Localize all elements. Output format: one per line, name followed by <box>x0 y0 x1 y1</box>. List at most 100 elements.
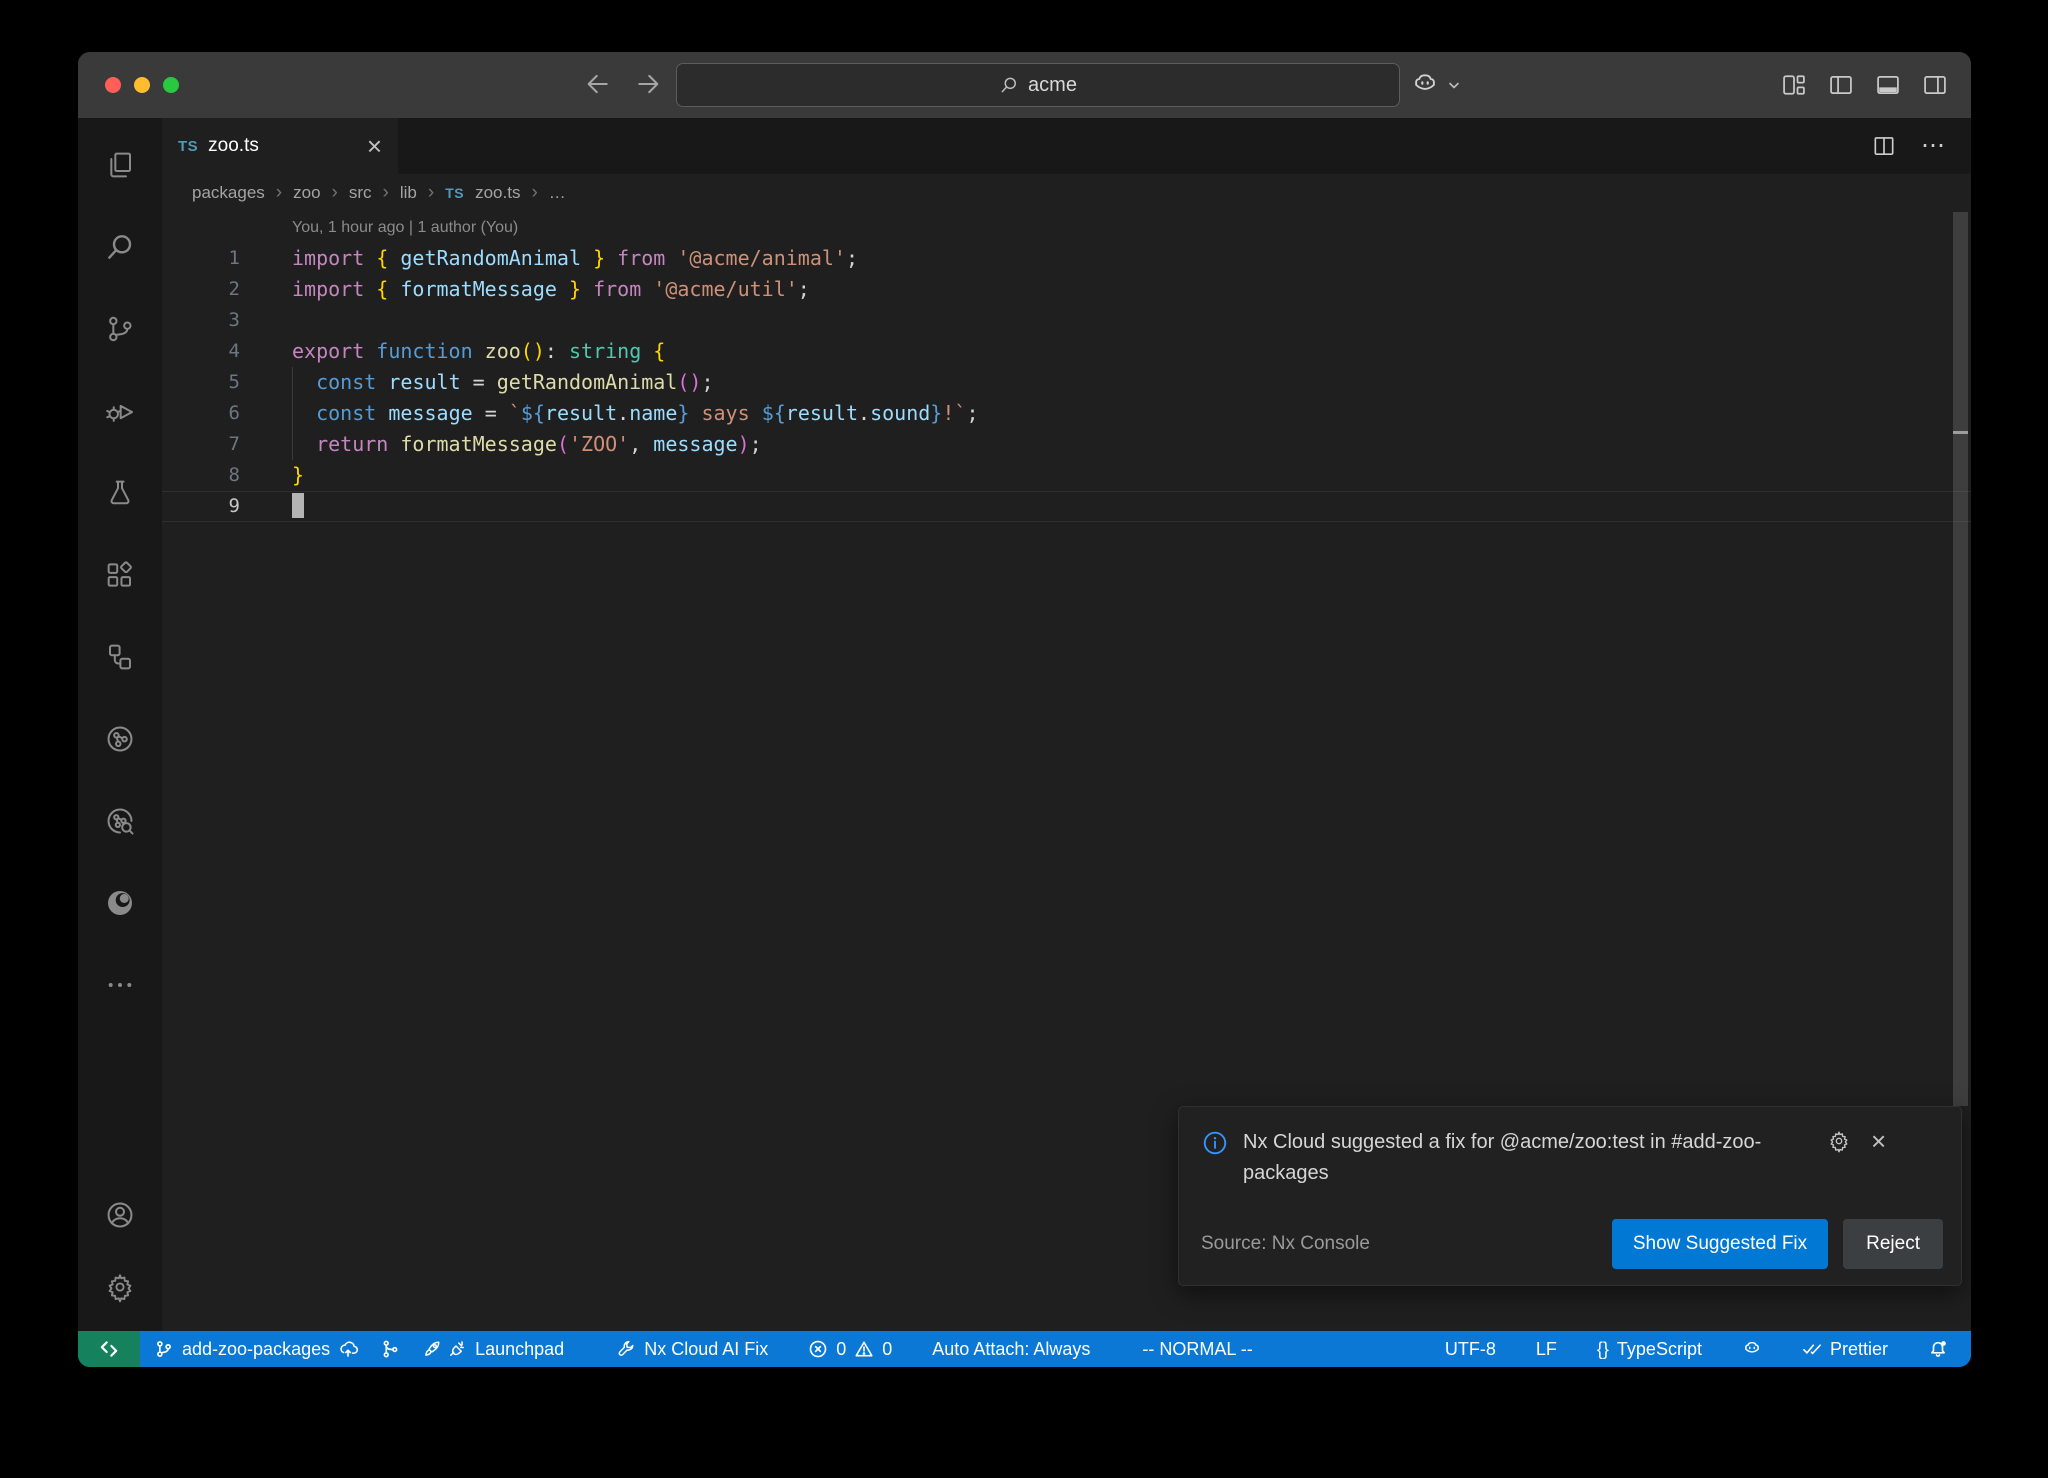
code-line-3[interactable]: 3 <box>162 305 1971 336</box>
breadcrumb-item[interactable]: src <box>349 183 372 203</box>
chevron-right-icon: › <box>276 182 282 204</box>
tab-close-icon[interactable]: × <box>367 133 382 159</box>
typescript-file-icon: TS <box>178 138 198 155</box>
activity-item-project-graph[interactable] <box>94 713 146 765</box>
status-language-mode[interactable]: {}TypeScript <box>1586 1331 1713 1367</box>
settings-icon <box>104 1271 136 1303</box>
status-label: Auto Attach: Always <box>932 1339 1090 1360</box>
activity-item-edge-browser[interactable] <box>94 877 146 929</box>
status-notifications-bell[interactable] <box>1917 1331 1959 1367</box>
status-copilot-status[interactable] <box>1731 1331 1773 1367</box>
code-line-1[interactable]: 1import { getRandomAnimal } from '@acme/… <box>162 243 1971 274</box>
status-prettier[interactable]: Prettier <box>1791 1331 1899 1367</box>
code-line-4[interactable]: 4export function zoo(): string { <box>162 336 1971 367</box>
back-arrow-icon[interactable] <box>583 69 613 99</box>
reject-button[interactable]: Reject <box>1843 1219 1943 1269</box>
toggle-primary-sidebar-icon[interactable] <box>1827 71 1855 99</box>
activity-item-extensions[interactable] <box>94 549 146 601</box>
status-vim-mode[interactable]: -- NORMAL -- <box>1131 1331 1263 1367</box>
run-and-debug-icon <box>104 395 136 427</box>
status-git-branch[interactable]: add-zoo-packages <box>143 1331 369 1367</box>
breadcrumb-item[interactable]: zoo.ts <box>475 183 520 203</box>
status-label: LF <box>1536 1339 1557 1360</box>
scrollbar-slider[interactable] <box>1953 212 1968 1106</box>
git-codelens[interactable]: You, 1 hour ago | 1 author (You) <box>292 212 1971 243</box>
status-nx-cloud-ai-fix[interactable]: Nx Cloud AI Fix <box>605 1331 779 1367</box>
activity-item-project-details[interactable] <box>94 795 146 847</box>
breadcrumb-item[interactable]: … <box>549 183 566 203</box>
code-lines: 1import { getRandomAnimal } from '@acme/… <box>162 243 1971 522</box>
code-line-6[interactable]: 6 const message = `${result.name} says $… <box>162 398 1971 429</box>
toggle-panel-icon[interactable] <box>1874 71 1902 99</box>
plug-icon <box>447 1339 467 1359</box>
activity-item-explorer[interactable] <box>94 139 146 191</box>
chevron-right-icon: › <box>332 182 338 204</box>
info-icon <box>1201 1129 1229 1157</box>
activity-item-accounts[interactable] <box>94 1189 146 1241</box>
activity-item-more-views[interactable] <box>94 959 146 1011</box>
copilot-icon <box>1410 70 1440 100</box>
vscode-window: acme TS zoo.ts × <box>78 52 1971 1367</box>
activity-item-run-and-debug[interactable] <box>94 385 146 437</box>
activity-item-settings[interactable] <box>94 1261 146 1313</box>
show-suggested-fix-button[interactable]: Show Suggested Fix <box>1612 1219 1828 1269</box>
source-control-icon <box>104 313 136 345</box>
forward-arrow-icon[interactable] <box>633 69 663 99</box>
status-auto-attach[interactable]: Auto Attach: Always <box>921 1331 1101 1367</box>
error-icon <box>808 1339 828 1359</box>
code-line-2[interactable]: 2import { formatMessage } from '@acme/ut… <box>162 274 1971 305</box>
status-launchpad[interactable]: Launchpad <box>411 1331 575 1367</box>
status-bar-left: add-zoo-packages Launchpad Nx Cloud AI Fix… <box>143 1331 1264 1367</box>
status-label: Prettier <box>1830 1339 1888 1360</box>
chevron-down-icon <box>1446 77 1462 93</box>
status-bar: add-zoo-packages Launchpad Nx Cloud AI Fix… <box>78 1331 1971 1367</box>
command-center-search[interactable]: acme <box>676 63 1400 107</box>
chevron-right-icon: › <box>428 182 434 204</box>
code-line-9[interactable]: 9 <box>162 491 1971 522</box>
status-label: UTF-8 <box>1445 1339 1496 1360</box>
status-label: -- NORMAL -- <box>1142 1339 1252 1360</box>
notification-close-icon[interactable]: × <box>1871 1129 1886 1153</box>
toggle-secondary-sidebar-icon[interactable] <box>1921 71 1949 99</box>
breadcrumb-item[interactable]: packages <box>192 183 265 203</box>
more-actions-icon[interactable]: ⋯ <box>1921 134 1947 158</box>
line-number: 9 <box>162 491 240 522</box>
split-editor-icon[interactable] <box>1871 133 1897 159</box>
tab-zoo-ts[interactable]: TS zoo.ts × <box>162 118 398 174</box>
notification-message: Nx Cloud suggested a fix for @acme/zoo:t… <box>1243 1127 1813 1189</box>
notification-settings-gear-icon[interactable] <box>1827 1129 1851 1153</box>
status-eol[interactable]: LF <box>1525 1331 1568 1367</box>
breadcrumb-item[interactable]: zoo <box>293 183 320 203</box>
code-line-5[interactable]: 5 const result = getRandomAnimal(); <box>162 367 1971 398</box>
close-window-button[interactable] <box>105 77 121 93</box>
testing-icon <box>104 477 136 509</box>
chevron-right-icon: › <box>531 182 537 204</box>
status-problems[interactable]: 00 <box>797 1331 903 1367</box>
status-commit-graph[interactable] <box>369 1331 411 1367</box>
zoom-window-button[interactable] <box>163 77 179 93</box>
activity-item-source-control[interactable] <box>94 303 146 355</box>
code-line-8[interactable]: 8} <box>162 460 1971 491</box>
vim-block-cursor <box>292 493 304 518</box>
minimize-window-button[interactable] <box>134 77 150 93</box>
search-icon <box>999 75 1019 95</box>
copilot-menu[interactable] <box>1410 70 1462 100</box>
more-views-icon <box>104 969 136 1001</box>
customize-layout-icon[interactable] <box>1780 71 1808 99</box>
line-number: 3 <box>162 305 240 336</box>
activity-item-testing[interactable] <box>94 467 146 519</box>
line-number: 8 <box>162 460 240 491</box>
line-number: 2 <box>162 274 240 305</box>
code-line-7[interactable]: 7 return formatMessage('ZOO', message); <box>162 429 1971 460</box>
activity-item-nx-console[interactable] <box>94 631 146 683</box>
tab-label: zoo.ts <box>208 135 259 157</box>
status-label: Launchpad <box>475 1339 564 1360</box>
cloud-upload-icon <box>338 1339 358 1359</box>
activity-item-search[interactable] <box>94 221 146 273</box>
notification-source: Source: Nx Console <box>1201 1233 1370 1255</box>
line-number: 4 <box>162 336 240 367</box>
breadcrumb-item[interactable]: lib <box>400 183 417 203</box>
status-encoding[interactable]: UTF-8 <box>1434 1331 1507 1367</box>
remote-indicator[interactable] <box>78 1331 140 1367</box>
status-label: Nx Cloud AI Fix <box>644 1339 768 1360</box>
